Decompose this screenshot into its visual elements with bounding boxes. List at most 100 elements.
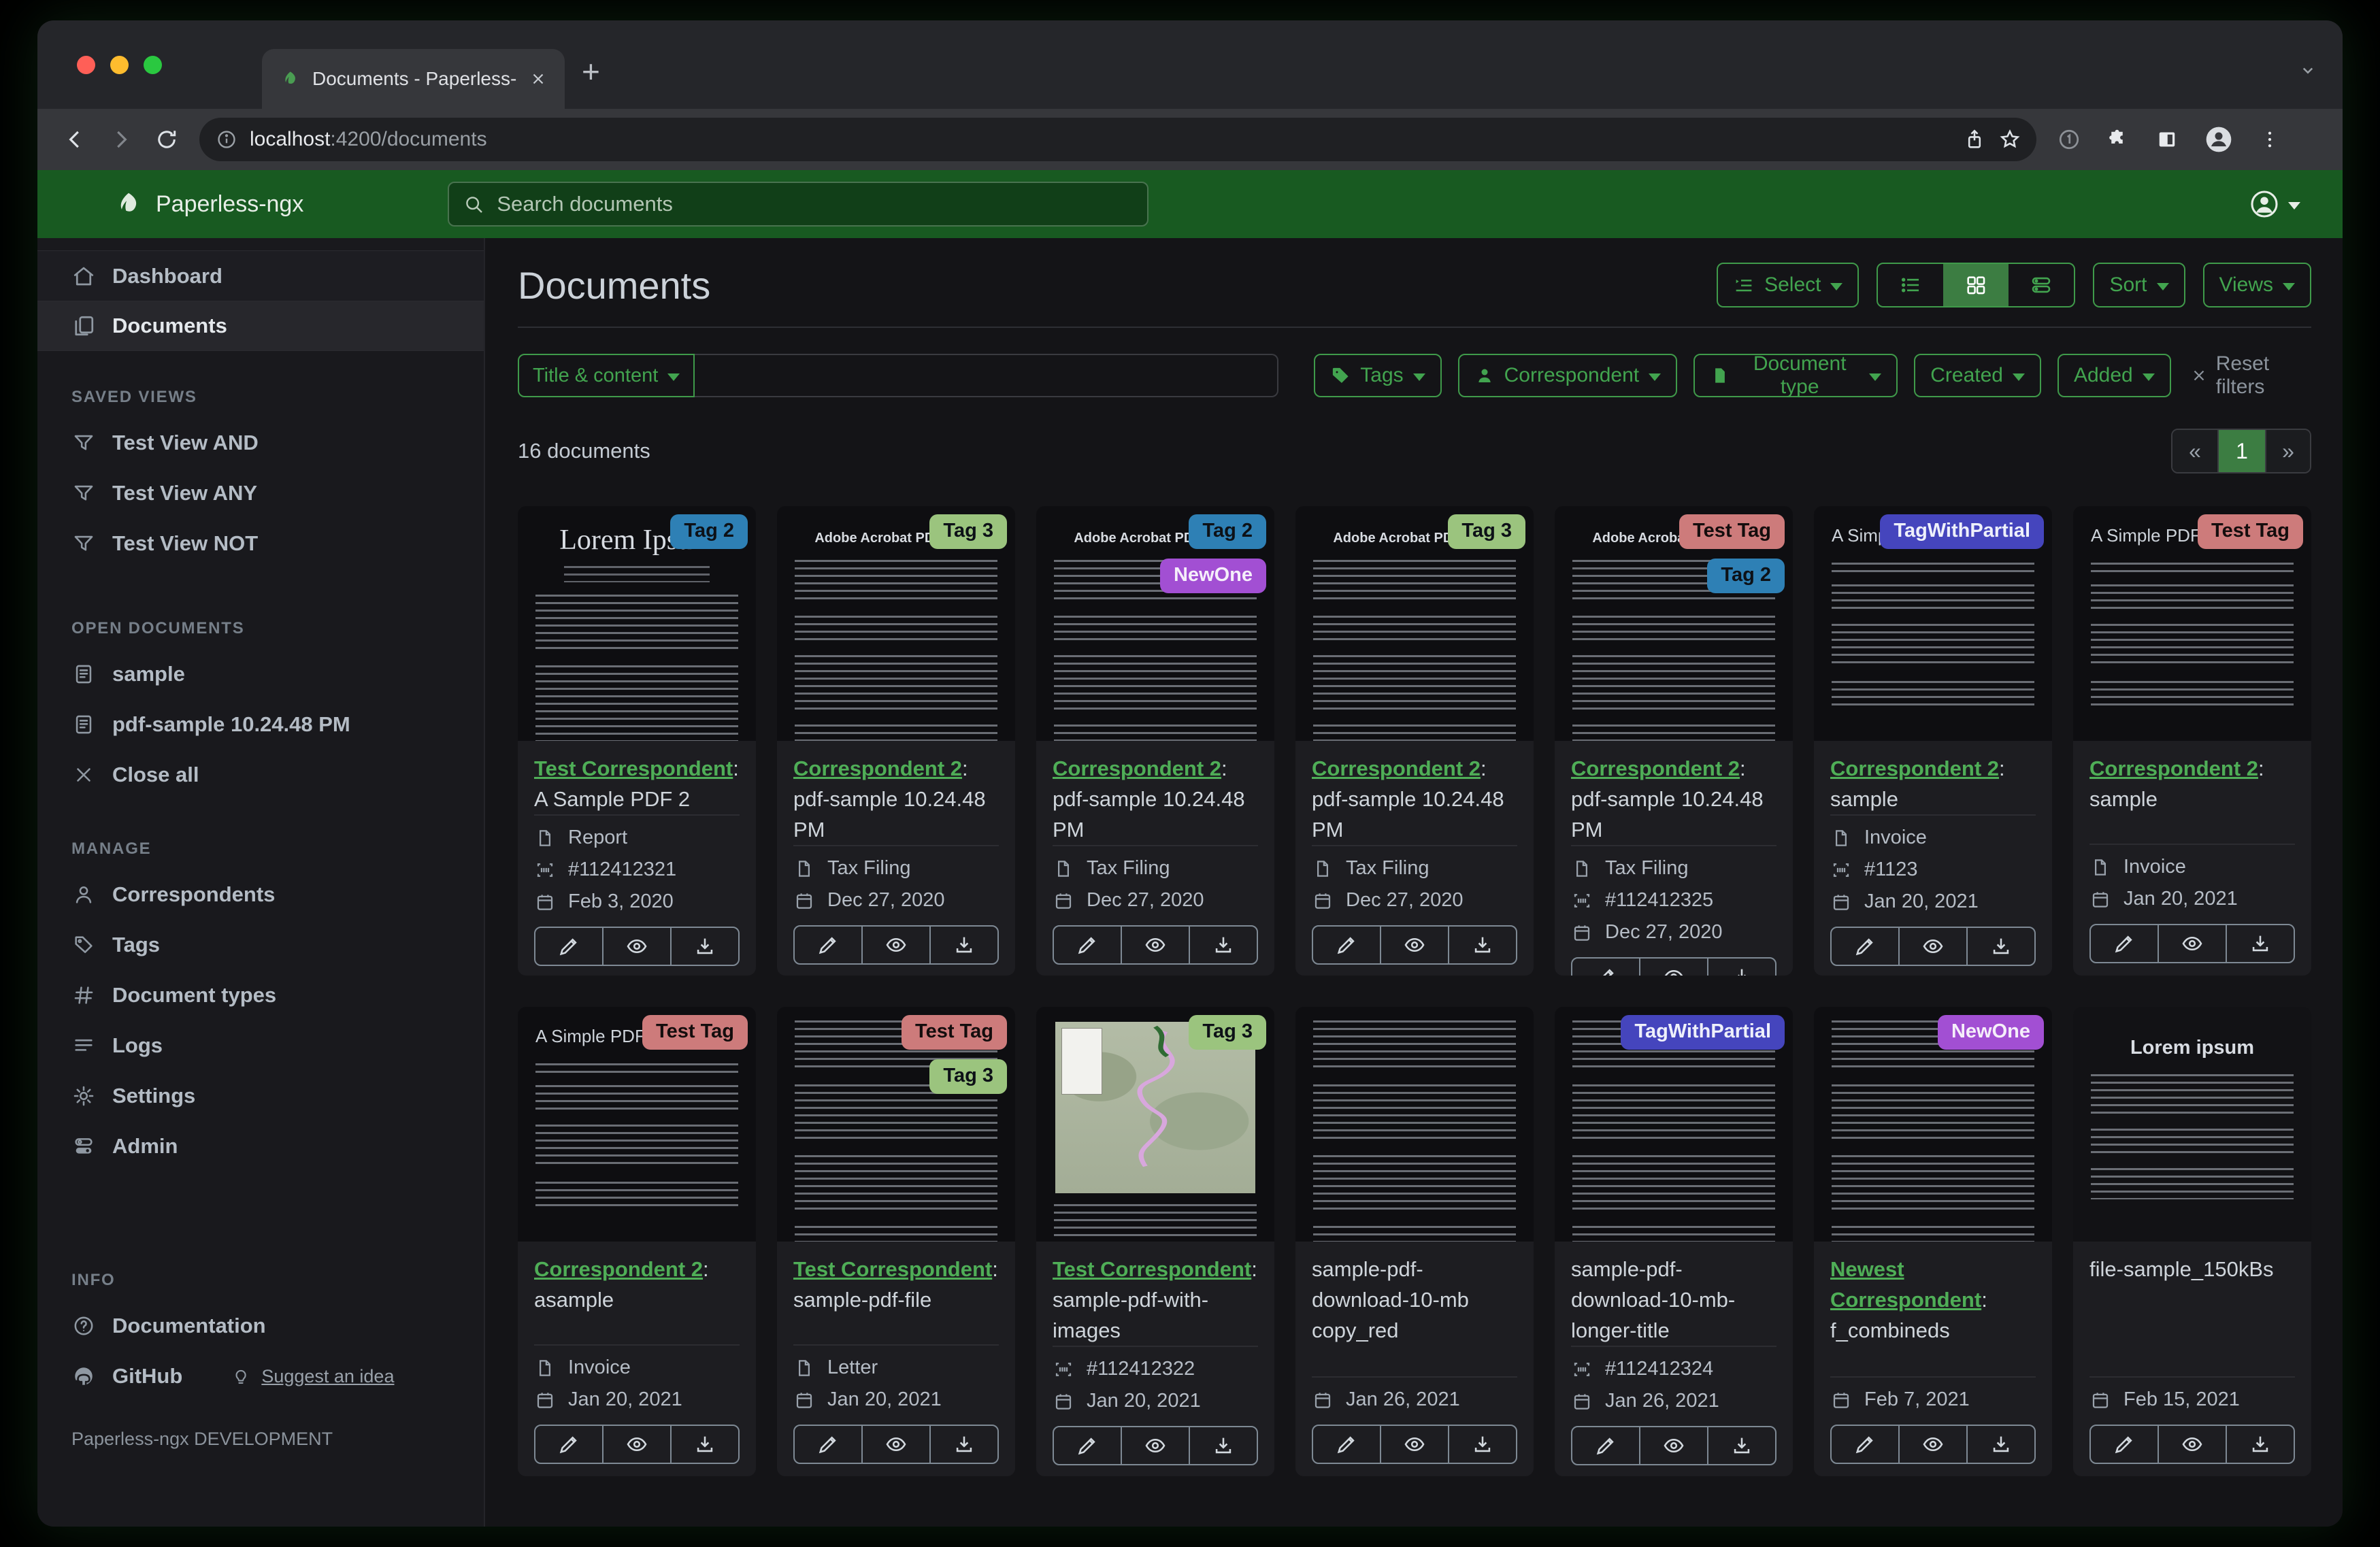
edit-button[interactable] [2091,1426,2158,1463]
download-button[interactable] [2226,925,2294,962]
reset-filters-button[interactable]: Reset filters [2190,352,2311,399]
correspondent-link[interactable]: Correspondent 2 [1830,756,1999,780]
global-search[interactable] [448,182,1149,227]
edit-button[interactable] [795,1426,861,1463]
sidebar-item-correspondents[interactable]: Correspondents [37,869,484,920]
tag-badge[interactable]: TagWithPartial [1880,514,2044,549]
edit-button[interactable] [795,927,861,963]
next-page-button[interactable]: » [2265,430,2310,472]
view-button[interactable] [602,928,670,965]
document-thumbnail[interactable]: Adobe Acrobat PDF Files Tag 3 [777,506,1015,741]
view-button[interactable] [861,1426,929,1463]
sidebar-item-sample[interactable]: sample [37,649,484,699]
edit-button[interactable] [1054,1427,1121,1464]
view-button[interactable] [861,927,929,963]
window-controls[interactable] [77,56,162,74]
correspondent-link[interactable]: Test Correspondent [793,1257,992,1281]
panel-icon[interactable] [2155,127,2179,152]
document-thumbnail[interactable]: Adobe Acrobat PDF Files Tag 3 [1295,506,1534,741]
edit-button[interactable] [1832,928,1898,965]
detail-view-button[interactable] [2009,264,2074,306]
document-card[interactable]: Adobe Acrobat PDF Files Test Tag Tag 2 Co… [1555,506,1793,976]
view-button[interactable] [1121,927,1189,963]
view-button[interactable] [1898,1426,1966,1463]
puzzle-icon[interactable] [2106,127,2130,152]
address-bar[interactable]: localhost:4200/documents [199,118,2036,161]
tag-badge[interactable]: Test Tag [902,1015,1007,1050]
document-card[interactable]: NewOne Newest Correspondent: f_combineds… [1814,1007,2052,1476]
edit-button[interactable] [535,928,602,965]
correspondent-link[interactable]: Newest Correspondent [1830,1257,1981,1312]
document-card[interactable]: Adobe Acrobat PDF Files Tag 2 NewOne Corr… [1036,506,1274,976]
correspondent-link[interactable]: Test Correspondent [1053,1257,1251,1281]
download-button[interactable] [929,927,997,963]
browser-tab[interactable]: Documents - Paperless-ngx [262,49,565,109]
document-card[interactable]: Lorem Ipsum Tag 2 Test Correspondent: A … [518,506,756,976]
new-tab-button[interactable]: + [582,56,600,87]
grid-view-button[interactable] [1943,264,2009,306]
view-button[interactable] [1639,959,1707,976]
document-card[interactable]: : sample-pdf-download-10-mb copy_red Jan… [1295,1007,1534,1476]
sidebar-item-test-view-and[interactable]: Test View AND [37,418,484,468]
view-button[interactable] [602,1426,670,1463]
back-icon[interactable] [62,127,88,152]
edit-button[interactable] [535,1426,602,1463]
document-thumbnail[interactable]: A Simple PDF File Test Tag [518,1007,756,1242]
app-brand[interactable]: Paperless-ngx [112,188,303,220]
correspondent-link[interactable]: Correspondent 2 [793,756,962,780]
sidebar-item-github[interactable]: GitHub Suggest an idea [37,1351,484,1401]
view-button[interactable] [1121,1427,1189,1464]
download-button[interactable] [1707,959,1775,976]
share-icon[interactable] [1963,128,1986,151]
tag-badge[interactable]: Test Tag [1679,514,1785,549]
view-button[interactable] [1380,1426,1448,1463]
tag-badge[interactable]: Test Tag [2198,514,2303,549]
info-icon[interactable] [216,129,237,150]
download-button[interactable] [1189,1427,1257,1464]
sidebar-item-test-view-not[interactable]: Test View NOT [37,518,484,569]
correspondent-link[interactable]: Correspondent 2 [1312,756,1481,780]
user-menu[interactable] [2249,188,2300,220]
list-view-button[interactable] [1878,264,1943,306]
minimize-window-button[interactable] [110,56,129,74]
document-type-filter-button[interactable]: Document type [1693,352,1898,398]
document-thumbnail[interactable]: Test Tag Tag 3 [777,1007,1015,1242]
download-button[interactable] [1448,927,1516,963]
download-button[interactable] [1966,928,2034,965]
document-thumbnail[interactable]: Adobe Acrobat PDF Files Test Tag Tag 2 [1555,506,1793,741]
menu-dots-icon[interactable] [2258,128,2281,151]
document-card[interactable]: A Simple PDF File Test Tag Correspondent… [2073,506,2311,976]
download-button[interactable] [1448,1426,1516,1463]
document-card[interactable]: Lorem ipsum : file-sample_150kBs Feb 15,… [2073,1007,2311,1476]
extension-icon[interactable] [2057,127,2081,152]
document-card[interactable]: Tag 3 Test Correspondent: sample-pdf-wit… [1036,1007,1274,1476]
added-filter-button[interactable]: Added [2057,354,2171,397]
document-thumbnail[interactable]: Lorem Ipsum Tag 2 [518,506,756,741]
sidebar-item-pdf-sample-10-24-48-pm[interactable]: pdf-sample 10.24.48 PM [37,699,484,750]
edit-button[interactable] [1572,1427,1639,1464]
download-button[interactable] [929,1426,997,1463]
sidebar-item-close-all[interactable]: Close all [37,750,484,800]
view-button[interactable] [1380,927,1448,963]
correspondent-link[interactable]: Correspondent 2 [534,1257,703,1281]
document-thumbnail[interactable]: Tag 3 [1036,1007,1274,1242]
edit-button[interactable] [1832,1426,1898,1463]
document-thumbnail[interactable]: A Simple PDF File Test Tag [2073,506,2311,741]
views-button[interactable]: Views [2202,263,2311,307]
prev-page-button[interactable]: « [2172,430,2217,472]
document-thumbnail[interactable]: TagWithPartial [1555,1007,1793,1242]
tag-badge[interactable]: Tag 2 [1707,559,1785,593]
select-button[interactable]: Select [1717,263,1860,307]
view-button[interactable] [2158,1426,2226,1463]
sidebar-item-document-types[interactable]: Document types [37,970,484,1020]
document-thumbnail[interactable]: Lorem ipsum [2073,1007,2311,1242]
tab-close-icon[interactable] [529,70,547,88]
edit-button[interactable] [2091,925,2158,962]
reload-icon[interactable] [154,127,179,152]
edit-button[interactable] [1054,927,1121,963]
view-button[interactable] [1639,1427,1707,1464]
edit-button[interactable] [1313,1426,1380,1463]
download-button[interactable] [1707,1427,1775,1464]
sort-button[interactable]: Sort [2093,263,2185,307]
correspondent-link[interactable]: Correspondent 2 [2089,756,2258,780]
